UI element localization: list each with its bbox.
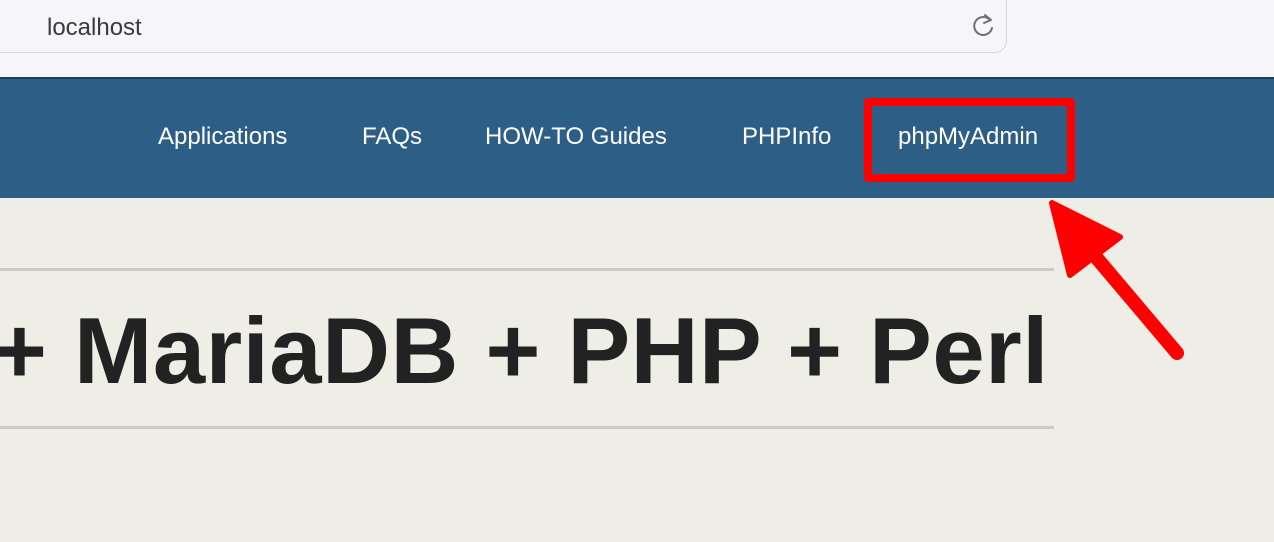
- address-bar[interactable]: localhost: [0, 0, 1007, 53]
- nav-link-applications[interactable]: Applications: [158, 123, 287, 151]
- browser-toolbar: localhost: [0, 0, 1274, 78]
- headline-top-rule: [0, 268, 1054, 271]
- nav-link-phpinfo[interactable]: PHPInfo: [742, 123, 831, 151]
- main-navbar: Applications FAQs HOW-TO Guides PHPInfo …: [0, 79, 1274, 198]
- arrow-icon: [1049, 200, 1184, 360]
- reload-icon[interactable]: [970, 12, 996, 40]
- headline-bottom-rule: [0, 426, 1054, 429]
- nav-link-howto-guides[interactable]: HOW-TO Guides: [485, 123, 667, 151]
- page-headline: + MariaDB + PHP + Perl: [0, 298, 1049, 403]
- nav-link-faqs[interactable]: FAQs: [362, 123, 422, 151]
- phpmyadmin-highlight-box: [864, 98, 1075, 182]
- url-text[interactable]: localhost: [47, 14, 142, 42]
